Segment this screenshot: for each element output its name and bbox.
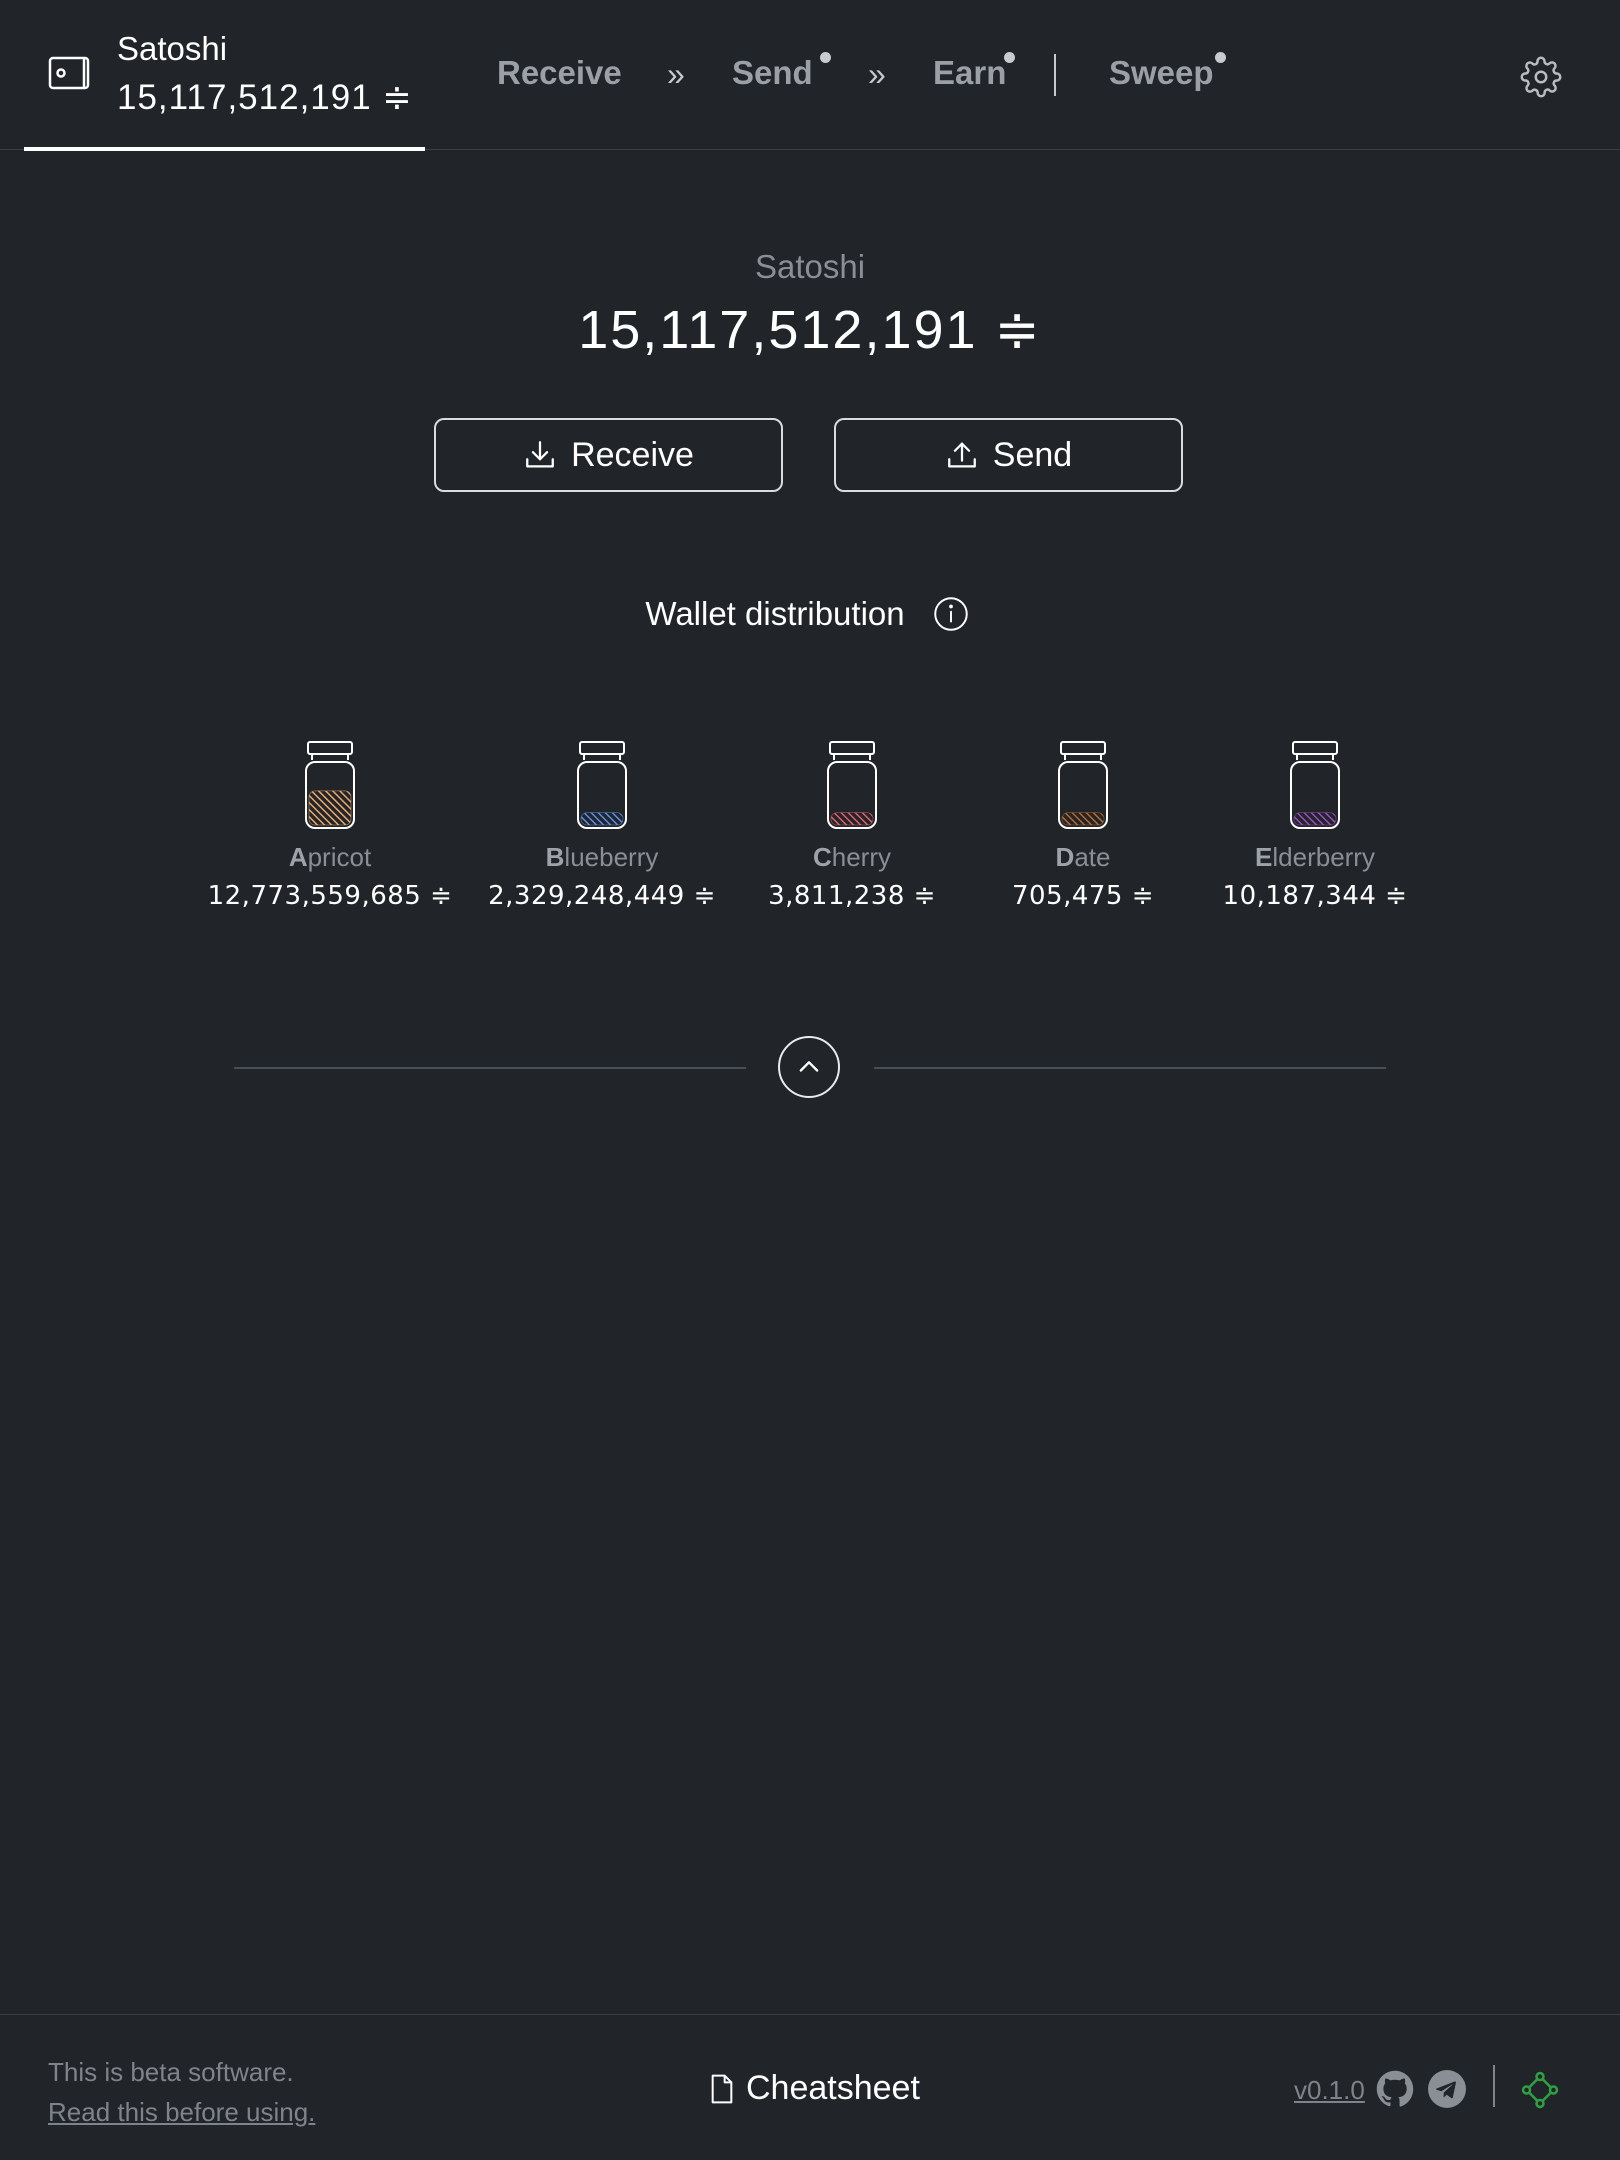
jar-item[interactable]: Date 705,475 ≑ <box>953 740 1213 911</box>
jar-icon <box>1058 741 1108 829</box>
top-navigation: Satoshi 15,117,512,191 ≑ Receive » Send … <box>0 0 1620 151</box>
jar-name: Apricot <box>200 842 460 873</box>
nav-earn[interactable]: Earn <box>933 54 1006 92</box>
divider-line-left <box>234 1067 746 1069</box>
jar-name-rest: ate <box>1074 842 1111 872</box>
jar-name-rest: lueberry <box>564 842 659 872</box>
jar-amount: 12,773,559,685 ≑ <box>207 881 453 911</box>
jar-name: Elderberry <box>1185 842 1445 873</box>
network-status-icon[interactable] <box>1521 2071 1559 2109</box>
wallet-tab[interactable]: Satoshi 15,117,512,191 ≑ <box>24 0 425 151</box>
nav-separator: » <box>868 56 886 92</box>
collapse-button[interactable] <box>778 1036 840 1098</box>
jar-icon <box>577 741 627 829</box>
jar-name-initial: B <box>545 842 565 872</box>
info-icon[interactable] <box>933 596 969 632</box>
send-button[interactable]: Send <box>834 418 1183 492</box>
send-button-label: Send <box>992 435 1073 474</box>
footer-divider <box>1493 2065 1495 2107</box>
beta-read-link[interactable]: Read this before using. <box>48 2097 315 2128</box>
chevron-up-icon <box>799 1061 819 1072</box>
jar-name-rest: herry <box>831 842 892 872</box>
jar-name-initial: A <box>288 842 308 872</box>
wallet-distribution-title: Wallet distribution <box>0 595 1620 633</box>
nav-separator: » <box>667 56 685 92</box>
jar-name: Blueberry <box>472 842 732 873</box>
jar-item[interactable]: Cherry 3,811,238 ≑ <box>722 740 982 911</box>
jar-item[interactable]: Apricot 12,773,559,685 ≑ <box>200 740 460 911</box>
jar-amount: 10,187,344 ≑ <box>1222 881 1408 911</box>
jar-name-rest: pricot <box>307 842 372 872</box>
beta-notice: This is beta software. <box>48 2057 294 2087</box>
jar-name-initial: D <box>1055 842 1075 872</box>
receive-button-label: Receive <box>571 435 694 474</box>
jar-amount: 3,811,238 ≑ <box>768 881 936 911</box>
github-icon[interactable] <box>1376 2070 1414 2108</box>
nav-sweep[interactable]: Sweep <box>1109 54 1214 92</box>
file-icon <box>711 2074 733 2103</box>
jar-icon <box>827 741 877 829</box>
nav-sweep-dot <box>1215 52 1226 63</box>
upload-icon <box>947 442 976 468</box>
wallet-balance: 15,117,512,191 ≑ <box>117 78 413 117</box>
cheatsheet-label: Cheatsheet <box>746 2069 920 2107</box>
jar-name: Date <box>953 842 1213 873</box>
jar-name: Cherry <box>722 842 982 873</box>
jar-icon <box>305 741 355 829</box>
nav-divider <box>1054 54 1056 96</box>
nav-send-dot <box>820 52 831 63</box>
cheatsheet-link[interactable]: Cheatsheet <box>708 2069 920 2108</box>
active-tab-underline <box>24 147 425 151</box>
nav-receive[interactable]: Receive <box>497 54 622 92</box>
jar-name-initial: C <box>812 842 832 872</box>
divider-line-right <box>874 1067 1386 1069</box>
wallet-name: Satoshi <box>117 30 228 67</box>
nav-send[interactable]: Send <box>732 54 813 92</box>
balance-label: Satoshi <box>754 248 866 285</box>
telegram-icon[interactable] <box>1428 2070 1466 2108</box>
download-icon <box>526 441 554 468</box>
balance-value: 15,117,512,191 ≑ <box>578 300 1042 360</box>
wallet-icon <box>48 56 90 90</box>
jar-item[interactable]: Elderberry 10,187,344 ≑ <box>1185 740 1445 911</box>
settings-gear-icon[interactable] <box>1520 56 1562 98</box>
jar-name-initial: E <box>1255 842 1273 872</box>
version-link[interactable]: v0.1.0 <box>1294 2075 1365 2106</box>
receive-button[interactable]: Receive <box>434 418 783 492</box>
nav-earn-dot <box>1004 52 1015 63</box>
jar-name-rest: lderberry <box>1272 842 1375 872</box>
jar-icon <box>1290 741 1340 829</box>
jar-item[interactable]: Blueberry 2,329,248,449 ≑ <box>472 740 732 911</box>
jar-amount: 2,329,248,449 ≑ <box>488 881 716 911</box>
footer: This is beta software. Read this before … <box>0 2014 1620 2160</box>
wallet-distribution-title-text: Wallet distribution <box>645 595 905 632</box>
jar-amount: 705,475 ≑ <box>1011 881 1155 911</box>
